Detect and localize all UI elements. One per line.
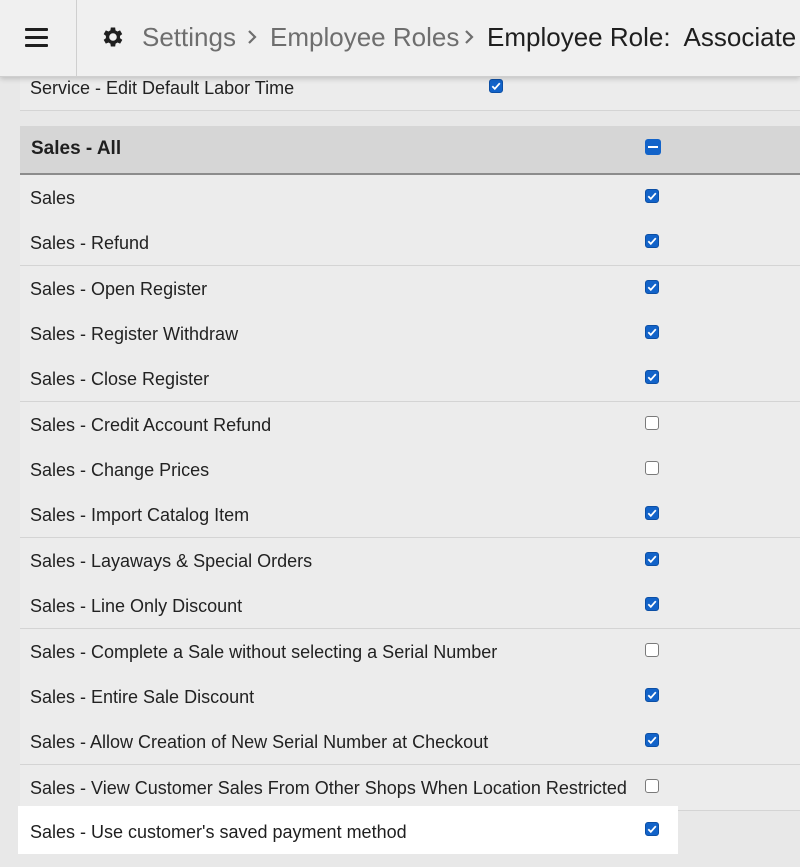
permission-label: Sales - Register Withdraw [30, 324, 239, 345]
gear-icon [103, 27, 123, 47]
permission-row: Sales - Refund [20, 220, 800, 267]
permission-label: Sales - Import Catalog Item [30, 505, 250, 526]
permission-row: Sales - Change Prices [20, 447, 800, 494]
permission-label: Sales - Change Prices [30, 460, 210, 481]
permission-row: Sales - Layaways & Special Orders [20, 537, 800, 584]
breadcrumb-current-page: Employee Role: Associate [487, 22, 797, 52]
permission-checkbox[interactable] [645, 279, 659, 294]
permission-label: Service - Edit Default Labor Time [30, 78, 295, 98]
permission-label: Sales - Entire Sale Discount [30, 686, 255, 707]
permission-row: Sales - Allow Creation of New Serial Num… [20, 719, 800, 766]
permission-row-highlighted: Sales - Use customer's saved payment met… [18, 806, 678, 854]
permission-checkbox[interactable] [645, 822, 659, 836]
permission-checkbox[interactable] [645, 778, 659, 793]
permission-checkbox[interactable] [645, 733, 659, 748]
permission-checkbox[interactable] [489, 79, 503, 93]
permission-row: Sales - Import Catalog Item [20, 492, 800, 539]
permission-row: Sales [20, 175, 800, 221]
group-select-all-checkbox[interactable] [645, 139, 661, 155]
permission-label: Sales - Allow Creation of New Serial Num… [30, 732, 489, 753]
hamburger-icon [25, 28, 48, 31]
permission-label: Sales - Credit Account Refund [30, 414, 272, 435]
permission-checkbox[interactable] [645, 325, 659, 340]
permission-checkbox[interactable] [645, 370, 659, 385]
group-label: Sales - All [31, 138, 122, 159]
permission-label: Sales - Use customer's saved payment met… [30, 822, 407, 842]
chevron-right-icon [465, 30, 474, 44]
permission-row: Sales - Line Only Discount [20, 583, 800, 630]
permission-row: Sales - Complete a Sale without selectin… [20, 628, 800, 675]
top-header: Settings Employee Roles Employee Role: A… [0, 0, 800, 77]
permission-label: Sales - Layaways & Special Orders [30, 550, 313, 571]
permission-checkbox[interactable] [645, 642, 659, 657]
permission-row: Sales - Open Register [20, 265, 800, 312]
breadcrumb-settings[interactable]: Settings [142, 20, 236, 54]
permission-checkbox[interactable] [645, 461, 659, 476]
hamburger-icon-bar [25, 44, 48, 47]
permission-checkbox[interactable] [645, 189, 659, 203]
permission-row: Sales - View Customer Sales From Other S… [20, 764, 800, 811]
hamburger-menu-button[interactable] [0, 0, 77, 76]
permission-row: Sales - Credit Account Refund [20, 401, 800, 448]
permission-checkbox[interactable] [645, 687, 659, 702]
permission-row: Sales - Close Register [20, 356, 800, 403]
permission-row: Sales - Entire Sale Discount [20, 673, 800, 720]
permission-checkbox[interactable] [645, 597, 659, 612]
chevron-right-icon [248, 30, 257, 44]
permission-label: Sales - Line Only Discount [30, 596, 243, 617]
permission-label: Sales - Complete a Sale without selectin… [30, 641, 498, 662]
hamburger-icon-bar [25, 36, 48, 39]
breadcrumb-employee-roles[interactable]: Employee Roles [270, 20, 459, 54]
permission-checkbox[interactable] [645, 415, 659, 430]
permission-label: Sales [30, 188, 76, 208]
permission-row: Sales - Register Withdraw [20, 311, 800, 358]
permission-label: Sales - View Customer Sales From Other S… [30, 777, 627, 798]
permission-label: Sales - Refund [30, 233, 150, 254]
permission-checkbox[interactable] [645, 234, 659, 249]
permission-checkbox[interactable] [645, 506, 659, 521]
permission-label: Sales - Close Register [30, 369, 210, 390]
permission-checkbox[interactable] [645, 551, 659, 566]
permission-group-header: Sales - All [20, 126, 800, 175]
permission-label: Sales - Open Register [30, 278, 208, 299]
